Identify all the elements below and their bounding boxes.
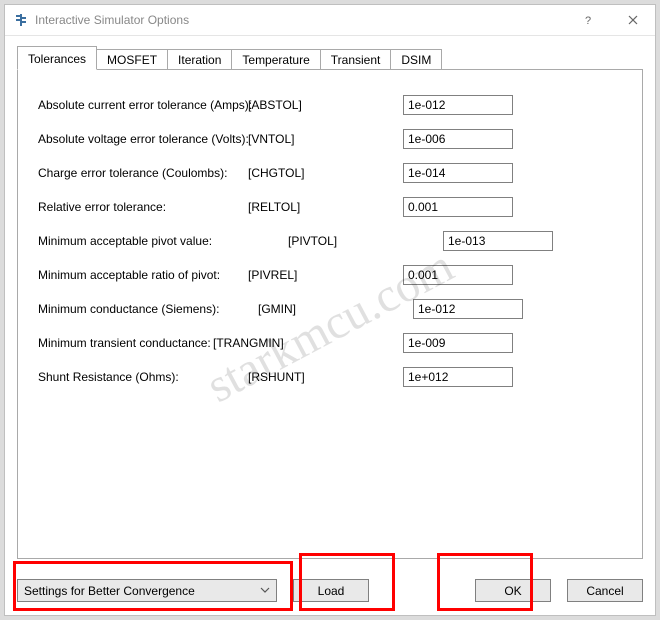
- tab-tolerances[interactable]: Tolerances: [17, 46, 97, 70]
- help-button[interactable]: ?: [565, 5, 610, 35]
- tab-iteration[interactable]: Iteration: [167, 49, 232, 70]
- label-pivtol: Minimum acceptable pivot value:: [38, 234, 248, 248]
- tabpanel-tolerances: Absolute current error tolerance (Amps):…: [17, 69, 643, 559]
- preset-dropdown[interactable]: Settings for Better Convergence: [17, 579, 277, 602]
- app-icon: [13, 12, 29, 28]
- row-abstol: Absolute current error tolerance (Amps):…: [38, 88, 622, 122]
- param-vntol: [VNTOL]: [248, 132, 403, 146]
- preset-dropdown-label: Settings for Better Convergence: [24, 584, 195, 598]
- param-pivtol: [PIVTOL]: [248, 234, 443, 248]
- tab-dsim[interactable]: DSIM: [390, 49, 442, 70]
- label-gmin: Minimum conductance (Siemens):: [38, 302, 248, 316]
- cancel-button[interactable]: Cancel: [567, 579, 643, 602]
- row-chgtol: Charge error tolerance (Coulombs): [CHGT…: [38, 156, 622, 190]
- bottom-bar: Settings for Better Convergence Load OK …: [17, 579, 643, 602]
- tab-temperature[interactable]: Temperature: [231, 49, 320, 70]
- param-abstol: [ABSTOL]: [248, 98, 403, 112]
- input-abstol[interactable]: [403, 95, 513, 115]
- input-chgtol[interactable]: [403, 163, 513, 183]
- row-rshunt: Shunt Resistance (Ohms): [RSHUNT]: [38, 360, 622, 394]
- label-trangmin: Minimum transient conductance:: [38, 336, 213, 350]
- tab-mosfet[interactable]: MOSFET: [96, 49, 168, 70]
- input-trangmin[interactable]: [403, 333, 513, 353]
- row-reltol: Relative error tolerance: [RELTOL]: [38, 190, 622, 224]
- input-pivtol[interactable]: [443, 231, 553, 251]
- param-trangmin: [TRANGMIN]: [213, 336, 403, 350]
- param-reltol: [RELTOL]: [248, 200, 403, 214]
- dialog-window: Interactive Simulator Options ? Toleranc…: [4, 4, 656, 616]
- row-vntol: Absolute voltage error tolerance (Volts)…: [38, 122, 622, 156]
- tab-transient[interactable]: Transient: [320, 49, 392, 70]
- input-pivrel[interactable]: [403, 265, 513, 285]
- window-title: Interactive Simulator Options: [35, 13, 565, 27]
- param-pivrel: [PIVREL]: [248, 268, 403, 282]
- param-chgtol: [CHGTOL]: [248, 166, 403, 180]
- svg-text:?: ?: [585, 15, 591, 25]
- label-pivrel: Minimum acceptable ratio of pivot:: [38, 268, 248, 282]
- label-rshunt: Shunt Resistance (Ohms):: [38, 370, 248, 384]
- param-rshunt: [RSHUNT]: [248, 370, 403, 384]
- chevron-down-icon: [260, 584, 270, 598]
- input-reltol[interactable]: [403, 197, 513, 217]
- load-button[interactable]: Load: [293, 579, 369, 602]
- input-vntol[interactable]: [403, 129, 513, 149]
- label-reltol: Relative error tolerance:: [38, 200, 248, 214]
- close-button[interactable]: [610, 5, 655, 35]
- row-pivtol: Minimum acceptable pivot value: [PIVTOL]: [38, 224, 622, 258]
- titlebar: Interactive Simulator Options ?: [5, 5, 655, 36]
- dialog-body: Tolerances MOSFET Iteration Temperature …: [5, 36, 655, 616]
- row-trangmin: Minimum transient conductance: [TRANGMIN…: [38, 326, 622, 360]
- param-gmin: [GMIN]: [248, 302, 413, 316]
- tabstrip: Tolerances MOSFET Iteration Temperature …: [17, 46, 643, 70]
- row-pivrel: Minimum acceptable ratio of pivot: [PIVR…: [38, 258, 622, 292]
- tolerance-grid: Absolute current error tolerance (Amps):…: [18, 70, 642, 412]
- label-vntol: Absolute voltage error tolerance (Volts)…: [38, 132, 248, 146]
- ok-button[interactable]: OK: [475, 579, 551, 602]
- input-rshunt[interactable]: [403, 367, 513, 387]
- label-abstol: Absolute current error tolerance (Amps):: [38, 98, 248, 112]
- label-chgtol: Charge error tolerance (Coulombs):: [38, 166, 248, 180]
- input-gmin[interactable]: [413, 299, 523, 319]
- row-gmin: Minimum conductance (Siemens): [GMIN]: [38, 292, 622, 326]
